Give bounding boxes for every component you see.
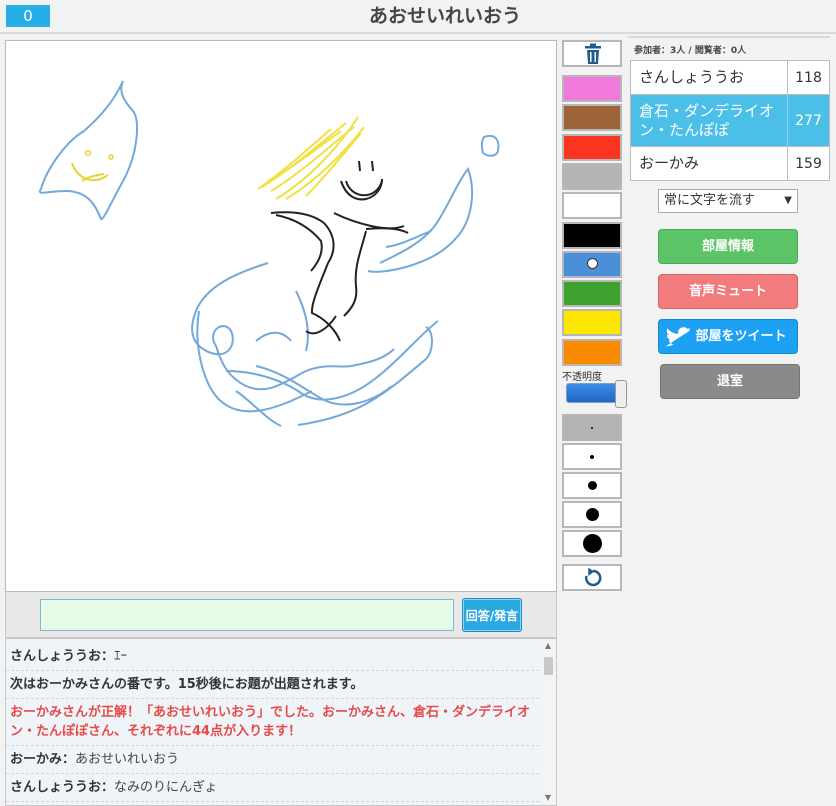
chat-text: ｴｰ <box>114 649 128 664</box>
color-swatch[interactable] <box>562 338 622 366</box>
opacity-slider[interactable] <box>566 380 627 408</box>
chat-author: さんしょううお： <box>10 649 115 664</box>
top-bar: 0 あおせいれいおう <box>0 0 836 34</box>
brush-size-dot <box>590 454 594 459</box>
color-swatch[interactable] <box>562 309 622 337</box>
chat-author: さんしょううお： <box>10 780 115 795</box>
drawing-strokes <box>38 80 500 427</box>
brush-size-button[interactable] <box>562 414 622 441</box>
opacity-slider-thumb[interactable] <box>615 380 627 408</box>
selected-color-indicator <box>587 257 598 269</box>
tweet-room-button[interactable]: 部屋をツイート <box>658 319 798 354</box>
player-score: 118 <box>787 60 830 95</box>
room-info-button[interactable]: 部屋情報 <box>658 229 798 264</box>
brush-size-button[interactable] <box>562 443 622 470</box>
scroll-down-arrow-icon[interactable]: ▼ <box>543 793 553 803</box>
chat-text: あおせいれいおう <box>75 752 180 767</box>
player-score: 277 <box>787 94 830 147</box>
chat-message: おーかみ：あおせいれいおう <box>6 746 539 774</box>
brush-size-button[interactable] <box>562 472 622 499</box>
sound-mute-button[interactable]: 音声ミュート <box>658 274 798 309</box>
chat-log[interactable]: さんしょううお：ｴｰ 次はおーかみさんの番です。15秒後にお題が出題されます。 … <box>5 638 557 806</box>
answer-submit-button[interactable]: 回答/発言 <box>462 598 522 632</box>
player-score: 159 <box>787 146 830 181</box>
topic-title: あおせいれいおう <box>368 5 521 27</box>
color-swatch[interactable] <box>562 75 622 102</box>
chat-scrollbar[interactable]: ▲ ▼ <box>542 641 554 803</box>
color-swatch[interactable] <box>562 162 622 190</box>
text-flow-select[interactable]: 常に文字を流す ▼ <box>658 189 798 213</box>
player-row: おーかみ 159 <box>630 146 830 181</box>
answer-input[interactable] <box>40 599 454 631</box>
clear-canvas-button[interactable] <box>562 40 622 67</box>
chevron-down-icon: ▼ <box>784 195 792 206</box>
text-flow-select-value: 常に文字を流す <box>664 193 756 208</box>
tweet-room-label: 部屋をツイート <box>695 329 787 344</box>
color-swatch[interactable] <box>562 192 622 220</box>
color-swatch[interactable] <box>562 250 622 278</box>
chat-message: さんしょううお：なみのりにんぎょ <box>6 774 539 802</box>
chat-author: おーかみ： <box>10 752 76 767</box>
trash-icon <box>585 43 601 64</box>
undo-button[interactable] <box>562 564 622 591</box>
color-swatch[interactable] <box>562 280 622 308</box>
color-swatch[interactable] <box>562 133 622 161</box>
scroll-thumb[interactable] <box>544 657 553 675</box>
brush-size-button[interactable] <box>562 530 622 557</box>
opacity-label: 不透明度 <box>562 372 602 383</box>
brush-size-dot <box>585 508 599 521</box>
chat-text: なみのりにんぎょ <box>114 780 218 795</box>
chat-message: さんしょううお：ｴｰ <box>6 643 539 671</box>
color-swatch[interactable] <box>562 221 622 249</box>
player-name: さんしょううお <box>639 68 745 86</box>
brush-size-dot <box>591 426 593 429</box>
drawing-canvas[interactable] <box>5 40 557 592</box>
color-swatch[interactable] <box>562 104 622 132</box>
panel-divider <box>628 36 830 38</box>
brush-size-dot <box>587 481 597 490</box>
scroll-up-arrow-icon[interactable]: ▲ <box>543 641 553 651</box>
chat-system-message: 次はおーかみさんの番です。15秒後にお題が出題されます。 <box>6 671 539 699</box>
player-name: 倉石・ダンデライオン・たんぽぽ <box>639 101 775 139</box>
player-row: さんしょううお 118 <box>630 60 830 95</box>
leave-room-button[interactable]: 退室 <box>660 364 800 399</box>
brush-size-button[interactable] <box>562 501 622 528</box>
player-row: 倉石・ダンデライオン・たんぽぽ 277 <box>630 94 830 147</box>
brush-size-dot <box>582 534 602 553</box>
score-table: さんしょううお 118 倉石・ダンデライオン・たんぽぽ 277 おーかみ 159 <box>630 60 830 181</box>
chat-list: さんしょううお：ｴｰ 次はおーかみさんの番です。15秒後にお題が出題されます。 … <box>6 643 539 802</box>
twitter-bird-icon <box>666 327 690 347</box>
chat-correct-message: おーかみさんが正解！「あおせいれいおう」でした。おーかみさん、倉石・ダンデライオ… <box>6 699 539 746</box>
player-name: おーかみ <box>639 154 700 172</box>
undo-icon <box>584 568 602 587</box>
answer-bar: 回答/発言 <box>5 592 557 638</box>
participants-count: 参加者：3人 / 閲覧者：0人 <box>634 46 747 56</box>
